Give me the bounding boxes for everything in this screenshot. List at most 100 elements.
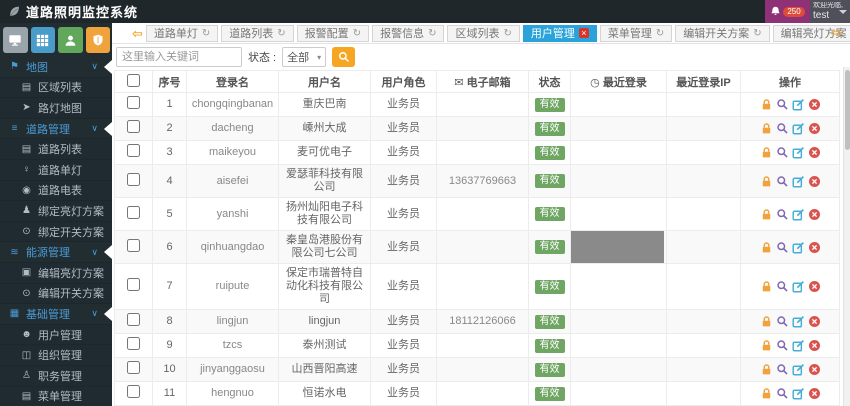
view-icon[interactable] (776, 339, 789, 352)
user-button[interactable] (58, 27, 83, 53)
view-icon[interactable] (776, 315, 789, 328)
delete-icon[interactable] (808, 146, 821, 159)
tab[interactable]: 道路单灯 ↻ × (145, 24, 219, 42)
tab[interactable]: 报警信息 ↻ × (372, 24, 445, 42)
sidebar-item[interactable]: ≋ 能源管理 ∨ (0, 242, 112, 263)
sidebar-item[interactable]: ⚑ 地图 ∨ (0, 57, 112, 78)
view-icon[interactable] (776, 208, 789, 221)
sidebar-item[interactable]: ♟ 绑定亮灯方案 ∨ (0, 201, 112, 222)
tab[interactable]: 菜单管理 ↻ × (599, 24, 673, 42)
edit-icon[interactable] (791, 175, 805, 188)
notifications-button[interactable]: 250 (765, 0, 810, 23)
row-checkbox[interactable] (127, 385, 140, 398)
row-checkbox[interactable] (127, 278, 140, 291)
sidebar-item[interactable]: ⊙ 绑定开关方案 ∨ (0, 221, 112, 243)
row-checkbox[interactable] (127, 205, 140, 219)
refresh-icon[interactable]: ↻ (353, 28, 361, 39)
tab[interactable]: 编辑开关方案 ↻ × (675, 24, 770, 42)
tab[interactable]: 道路列表 ↻ × (221, 24, 294, 42)
status-select[interactable]: 全部 ▾ (282, 47, 327, 67)
sidebar-item[interactable]: ▣ 编辑亮灯方案 ∨ (0, 262, 112, 284)
row-checkbox[interactable] (127, 96, 140, 109)
delete-icon[interactable] (808, 363, 821, 376)
user-menu[interactable]: 欢迎光临, test (810, 0, 850, 23)
delete-icon[interactable] (808, 241, 821, 254)
monitor-button[interactable] (3, 27, 28, 53)
sidebar-item[interactable]: ▦ 基础管理 ∨ (0, 304, 112, 325)
delete-icon[interactable] (808, 175, 821, 188)
row-checkbox[interactable] (127, 313, 140, 326)
lock-icon[interactable] (760, 387, 773, 400)
lock-icon[interactable] (760, 98, 773, 111)
delete-icon[interactable] (808, 122, 821, 135)
row-checkbox[interactable] (127, 337, 140, 350)
view-icon[interactable] (776, 175, 789, 188)
sidebar-item[interactable]: ▤ 菜单管理 ∨ (0, 386, 112, 406)
app-logo[interactable]: 道路照明监控系统 (0, 0, 138, 23)
edit-icon[interactable] (791, 98, 805, 111)
refresh-icon[interactable]: ↻ (277, 28, 285, 39)
lock-icon[interactable] (760, 363, 773, 376)
lock-icon[interactable] (760, 208, 773, 221)
sidebar-item[interactable]: ◫ 组织管理 ∨ (0, 345, 112, 366)
delete-icon[interactable] (808, 280, 821, 293)
edit-icon[interactable] (791, 241, 805, 254)
edit-icon[interactable] (791, 339, 805, 352)
view-icon[interactable] (776, 146, 789, 159)
sidebar-item[interactable]: ◉ 道路电表 ∨ (0, 180, 112, 202)
sidebar-item[interactable]: ☻ 用户管理 ∨ (0, 324, 112, 346)
view-icon[interactable] (776, 241, 789, 254)
row-checkbox[interactable] (127, 172, 140, 186)
edit-icon[interactable] (791, 146, 805, 159)
sidebar-item[interactable]: ▤ 道路列表 ∨ (0, 139, 112, 160)
sidebar-item[interactable]: ≡ 道路管理 ∨ (0, 118, 112, 140)
close-icon[interactable]: × (578, 28, 589, 38)
view-icon[interactable] (776, 280, 789, 293)
refresh-icon[interactable]: ↻ (428, 28, 436, 39)
lock-icon[interactable] (760, 339, 773, 352)
sidebar-item[interactable]: ➤ 路灯地图 ∨ (0, 98, 112, 119)
edit-icon[interactable] (791, 122, 805, 135)
view-icon[interactable] (776, 387, 789, 400)
edit-icon[interactable] (791, 280, 805, 293)
lock-icon[interactable] (760, 175, 773, 188)
delete-icon[interactable] (808, 339, 821, 352)
sidebar-item[interactable]: ▤ 区域列表 ∨ (0, 77, 112, 99)
refresh-icon[interactable]: ↻ (753, 28, 761, 39)
tab[interactable]: 区域列表 ↻ × (447, 24, 520, 42)
scrollbar-thumb[interactable] (845, 70, 850, 150)
edit-icon[interactable] (791, 387, 805, 400)
delete-icon[interactable] (808, 387, 821, 400)
select-all-checkbox[interactable] (127, 73, 140, 87)
search-button[interactable] (332, 47, 356, 67)
tab-scroll-left-icon[interactable]: ⇦ (132, 27, 143, 40)
sidebar-item[interactable]: ♙ 职务管理 ∨ (0, 365, 112, 387)
edit-icon[interactable] (791, 315, 805, 328)
view-icon[interactable] (776, 363, 789, 376)
delete-icon[interactable] (808, 98, 821, 111)
tab-scroll-right-icon[interactable]: ⇨ (831, 26, 842, 39)
shield-button[interactable] (85, 27, 110, 53)
delete-icon[interactable] (808, 315, 821, 328)
grid-button[interactable] (30, 27, 55, 53)
lock-icon[interactable] (760, 146, 773, 159)
refresh-icon[interactable]: ↻ (656, 28, 664, 39)
keyword-input[interactable] (116, 47, 242, 67)
sidebar-item[interactable]: ♀ 道路单灯 ∨ (0, 159, 112, 181)
sidebar-item[interactable]: ⊙ 编辑开关方案 ∨ (0, 283, 112, 305)
edit-icon[interactable] (791, 208, 805, 221)
lock-icon[interactable] (760, 241, 773, 254)
delete-icon[interactable] (808, 208, 821, 221)
view-icon[interactable] (776, 98, 789, 111)
row-checkbox[interactable] (127, 361, 140, 374)
refresh-icon[interactable]: ↻ (503, 28, 511, 39)
lock-icon[interactable] (760, 122, 773, 135)
row-checkbox[interactable] (127, 120, 140, 133)
row-checkbox[interactable] (127, 238, 140, 252)
tab[interactable]: 报警配置 ↻ × (296, 24, 370, 42)
tab[interactable]: 用户管理 ↻ × (522, 24, 597, 42)
lock-icon[interactable] (760, 315, 773, 328)
refresh-icon[interactable]: ↻ (202, 28, 210, 39)
lock-icon[interactable] (760, 280, 773, 293)
row-checkbox[interactable] (127, 144, 140, 157)
